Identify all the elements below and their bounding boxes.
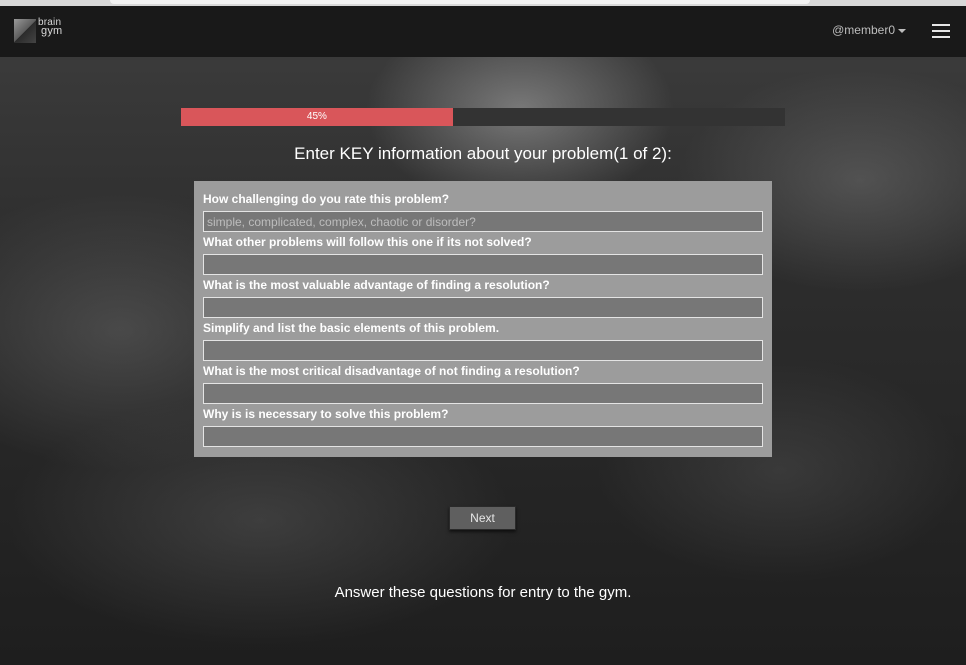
why-necessary-input[interactable] xyxy=(203,426,763,447)
next-button[interactable]: Next xyxy=(449,506,516,530)
progress-bar: 45% xyxy=(181,108,785,126)
top-navbar: brain gym @member0 xyxy=(0,6,966,57)
question-label-challenge: How challenging do you rate this problem… xyxy=(203,192,450,206)
challenge-rating-input[interactable] xyxy=(203,211,763,232)
hamburger-line xyxy=(932,30,950,32)
browser-url-bar-edge xyxy=(110,0,810,4)
basic-elements-input[interactable] xyxy=(203,340,763,361)
page: brain gym @member0 45% Enter KEY informa… xyxy=(0,0,966,665)
user-menu-label: @member0 xyxy=(832,23,895,37)
valuable-advantage-input[interactable] xyxy=(203,297,763,318)
question-label-critical-disadvantage: What is the most critical disadvantage o… xyxy=(203,364,580,378)
logo-mark-icon xyxy=(14,19,36,43)
user-menu-dropdown[interactable]: @member0 xyxy=(832,23,906,37)
chevron-down-icon xyxy=(898,28,906,33)
hamburger-line xyxy=(932,24,950,26)
progress-bar-label: 45% xyxy=(306,111,327,122)
hamburger-line xyxy=(932,36,950,38)
entry-instructions: Answer these questions for entry to the … xyxy=(334,584,632,601)
hamburger-menu-icon[interactable] xyxy=(932,24,950,38)
question-label-valuable-advantage: What is the most valuable advantage of f… xyxy=(203,278,550,292)
form-heading: Enter KEY information about your problem… xyxy=(294,144,672,163)
problem-questions-form: How challenging do you rate this problem… xyxy=(194,181,772,457)
question-label-why-necessary: Why is is necessary to solve this proble… xyxy=(203,407,449,421)
following-problems-input[interactable] xyxy=(203,254,763,275)
logo-word-gym: gym xyxy=(41,25,63,37)
critical-disadvantage-input[interactable] xyxy=(203,383,763,404)
question-label-basic-elements: Simplify and list the basic elements of … xyxy=(203,321,500,335)
logo-wordmark: brain gym xyxy=(38,18,63,37)
brain-gym-logo[interactable]: brain gym xyxy=(14,18,64,45)
question-label-following-problems: What other problems will follow this one… xyxy=(203,235,532,249)
